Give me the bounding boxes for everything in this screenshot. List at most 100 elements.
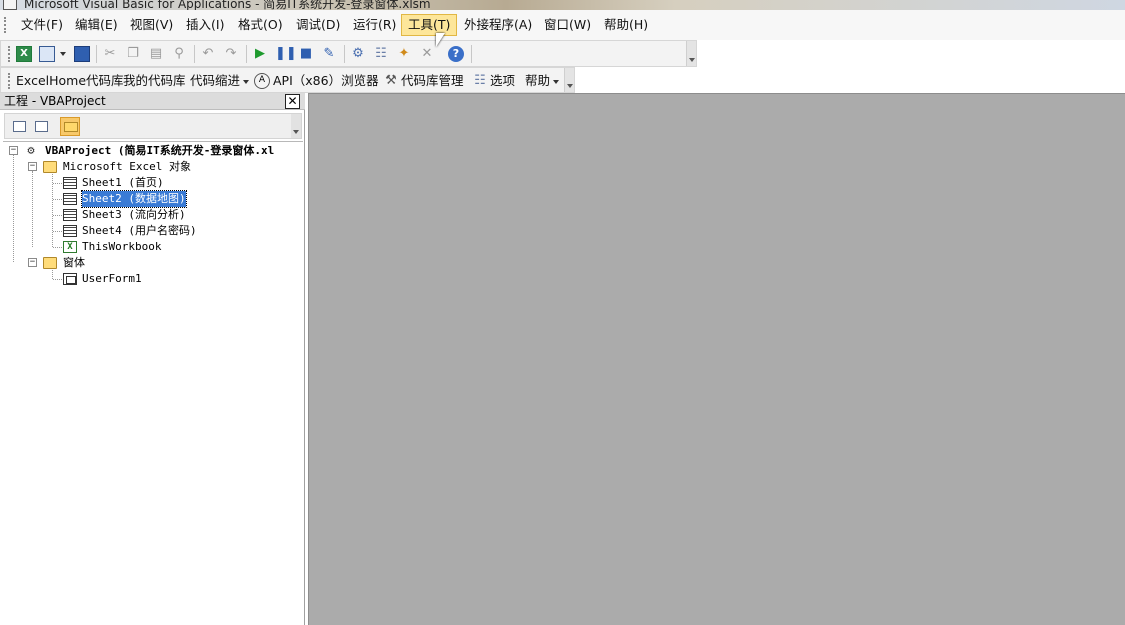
redo-icon[interactable]: ↷ (223, 46, 239, 62)
help-menu-button[interactable]: 帮助 (525, 72, 560, 90)
toolbar-options-button[interactable] (564, 68, 574, 92)
addin-toolbar: ExcelHome代码库 我的代码库 代码缩进 A API（x86）浏览器 ⚒ … (0, 67, 575, 93)
tree-node-sheet1[interactable]: Sheet1 (首页) (63, 175, 263, 191)
insert-userform-icon[interactable] (39, 46, 55, 62)
options-icon: ☷ (474, 73, 486, 88)
tree-label-sheet4: Sheet4 (用户名密码) (82, 224, 197, 237)
project-explorer-icon[interactable]: ⚙ (350, 46, 366, 62)
menu-file[interactable]: 文件(F) (15, 14, 69, 36)
menu-view[interactable]: 视图(V) (124, 14, 179, 36)
tree-node-userform1[interactable]: UserForm1 (63, 271, 263, 287)
menu-run[interactable]: 运行(R) (347, 14, 402, 36)
toolbar-separator (194, 45, 195, 63)
menu-addins[interactable]: 外接程序(A) (458, 14, 538, 36)
chevron-down-icon[interactable] (57, 46, 66, 62)
menu-tools[interactable]: 工具(T) (401, 14, 458, 36)
menu-window[interactable]: 窗口(W) (538, 14, 597, 36)
menu-help[interactable]: 帮助(H) (598, 14, 654, 36)
excel-icon[interactable]: X (16, 46, 32, 62)
toolbar-separator (96, 45, 97, 63)
tree-node-excel-objects[interactable]: − Microsoft Excel 对象 (28, 159, 298, 175)
tree-line (53, 215, 62, 216)
api-browser-icon: A (254, 73, 270, 89)
undo-icon[interactable]: ↶ (200, 46, 216, 62)
chevron-down-icon (553, 79, 560, 84)
code-workspace[interactable] (308, 93, 1125, 625)
save-icon[interactable] (74, 46, 90, 62)
view-code-button[interactable] (9, 117, 29, 136)
code-indent-button[interactable]: 代码缩进 (190, 72, 250, 90)
toolbox-icon[interactable]: ✕ (419, 46, 435, 62)
menu-insert[interactable]: 插入(I) (180, 14, 230, 36)
toolbar-options-button[interactable] (291, 114, 301, 138)
tree-line (53, 231, 62, 232)
tree-label-sheet1: Sheet1 (首页) (82, 176, 164, 189)
toolbar-grip[interactable] (8, 46, 11, 62)
toggle-folders-button[interactable] (60, 117, 80, 136)
collapse-icon[interactable]: − (28, 162, 37, 171)
explorer-toolbar (4, 113, 302, 139)
tree-label-project: VBAProject (简易IT系统开发-登录窗体.xl (45, 144, 275, 157)
tree-node-sheet3[interactable]: Sheet3 (流向分析) (63, 207, 263, 223)
folder-icon (64, 122, 78, 132)
tree-node-forms[interactable]: − 窗体 (28, 255, 228, 271)
api-browser-button[interactable]: API（x86）浏览器 (273, 72, 379, 90)
properties-icon[interactable]: ☷ (373, 46, 389, 62)
explorer-title: 工程 - VBAProject (4, 94, 106, 108)
view-object-button[interactable] (31, 117, 51, 136)
toolbar-separator (344, 45, 345, 63)
find-icon[interactable]: ⚲ (171, 46, 187, 62)
tools-icon: ⚒ (385, 73, 397, 88)
run-icon[interactable]: ▶ (252, 46, 268, 62)
object-browser-icon[interactable]: ✦ (396, 46, 412, 62)
close-icon[interactable]: ✕ (285, 94, 300, 109)
code-library-manage-button[interactable]: 代码库管理 (401, 72, 464, 90)
excelhome-library-button[interactable]: ExcelHome代码库 (16, 72, 124, 90)
tree-line (53, 183, 62, 184)
explorer-title-bar: 工程 - VBAProject ✕ (0, 93, 305, 110)
tree-label-sheet3: Sheet3 (流向分析) (82, 208, 186, 221)
sheet-icon (63, 177, 77, 189)
tree-node-thisworkbook[interactable]: X ThisWorkbook (63, 239, 263, 255)
tree-node-sheet4[interactable]: Sheet4 (用户名密码) (63, 223, 263, 239)
collapse-icon[interactable]: − (9, 146, 18, 155)
cut-icon[interactable]: ✂ (102, 46, 118, 62)
paste-icon[interactable]: ▤ (148, 46, 164, 62)
menu-bar: 文件(F) 编辑(E) 视图(V) 插入(I) 格式(O) 调试(D) 运行(R… (0, 10, 1125, 40)
menu-grip[interactable] (4, 17, 7, 33)
divider (3, 141, 303, 142)
app-icon (3, 0, 17, 10)
code-indent-label: 代码缩进 (190, 73, 241, 88)
chevron-down-icon (243, 79, 250, 84)
toolbar-grip[interactable] (8, 73, 11, 89)
standard-toolbar: X ✂ ❐ ▤ ⚲ ↶ ↷ ▶ ❚❚ ■ ✎ ⚙ ☷ ✦ ✕ ? (0, 40, 697, 67)
sheet-icon (63, 209, 77, 221)
menu-debug[interactable]: 调试(D) (290, 14, 346, 36)
copy-icon[interactable]: ❐ (125, 46, 141, 62)
tree-label-sheet2: Sheet2 (数据地图) (81, 190, 187, 208)
menu-edit[interactable]: 编辑(E) (69, 14, 124, 36)
toolbar-options-button[interactable] (686, 41, 696, 66)
tree-line (53, 279, 62, 280)
tree-label-thisworkbook: ThisWorkbook (82, 240, 162, 253)
collapse-icon[interactable]: − (28, 258, 37, 267)
options-button[interactable]: 选项 (490, 72, 515, 90)
folder-icon (43, 257, 57, 269)
tree-node-sheet2[interactable]: Sheet2 (数据地图) (63, 190, 263, 208)
sheet-icon (63, 225, 77, 237)
tree-node-project[interactable]: − ⚙ VBAProject (简易IT系统开发-登录窗体.xl (9, 143, 305, 159)
project-explorer: 工程 - VBAProject ✕ − ⚙ VBAProject (简易IT系统… (0, 93, 305, 625)
userform-icon (63, 273, 77, 285)
break-icon[interactable]: ❚❚ (275, 46, 297, 62)
design-mode-icon[interactable]: ✎ (321, 46, 337, 62)
workbook-icon: X (63, 241, 77, 253)
help-icon[interactable]: ? (448, 46, 464, 62)
menu-format[interactable]: 格式(O) (232, 14, 289, 36)
title-bar: Microsoft Visual Basic for Applications … (0, 0, 1125, 10)
sheet-icon (63, 193, 77, 205)
view-code-icon (13, 121, 26, 132)
my-code-library-button[interactable]: 我的代码库 (123, 72, 186, 90)
reset-icon[interactable]: ■ (298, 46, 314, 62)
mouse-cursor-icon (436, 33, 445, 47)
help-menu-label: 帮助 (525, 73, 551, 88)
